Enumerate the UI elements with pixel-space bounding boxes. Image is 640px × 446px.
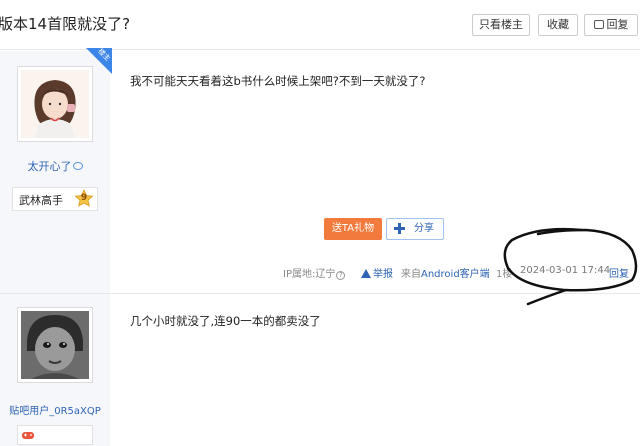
warning-icon [361,269,371,278]
avatar-op[interactable] [17,66,93,142]
share-button[interactable]: 分享 [386,218,444,240]
share-label: 分享 [414,223,434,234]
username-op-text[interactable]: 太开心了 [28,160,72,173]
avatar-user2[interactable] [17,307,93,383]
reply-button-label: 回复 [606,18,629,31]
favorite-button[interactable]: 收藏 [538,14,578,36]
ip-location-text: IP属地:辽宁 [283,269,336,280]
post-body-1: 我不可能天天看着这b书什么时候上架吧?不到一天就没了? [130,74,426,88]
username-op[interactable]: 太开心了 [0,158,110,174]
level-title: 武林高手 [19,194,63,207]
reply-link[interactable]: 回复 [609,265,629,280]
username-user2[interactable]: 贴吧用户_0R5aXQP [0,402,110,417]
avatar-user2-image [21,311,89,379]
level-star-icon: 9 [74,189,94,209]
gamepad-icon [22,432,34,439]
level-badge-box[interactable]: 武林高手 9 [12,187,98,211]
post-body-2: 几个小时就没了,连90一本的都卖没了 [130,314,321,328]
post-source: 来自Android客户端 [401,265,490,280]
source-client-link[interactable]: Android客户端 [421,269,490,280]
plus-icon [394,223,405,234]
only-op-button[interactable]: 只看楼主 [472,14,530,36]
ip-location: IP属地:辽宁? [283,265,346,280]
user2-badge-box [17,425,93,445]
post-divider [0,293,640,294]
report-link[interactable]: 举报 [361,265,393,280]
level-number: 9 [80,193,88,203]
fan-icon [72,162,83,170]
report-label[interactable]: 举报 [373,269,393,280]
post-time: 2024-03-01 17:44 [520,265,611,276]
reply-icon [593,20,604,29]
thread-title: 版本14首限就没了? [0,15,131,33]
op-badge: 楼主 [86,48,112,74]
source-prefix: 来自 [401,269,421,280]
thread-header: 版本14首限就没了? 只看楼主 收藏 回复 [0,0,640,50]
floor-number: 1楼 [496,269,513,280]
reply-button[interactable]: 回复 [584,14,638,36]
help-icon[interactable]: ? [336,271,346,280]
send-gift-button[interactable]: 送TA礼物 [324,218,382,240]
avatar-op-image [21,70,89,138]
